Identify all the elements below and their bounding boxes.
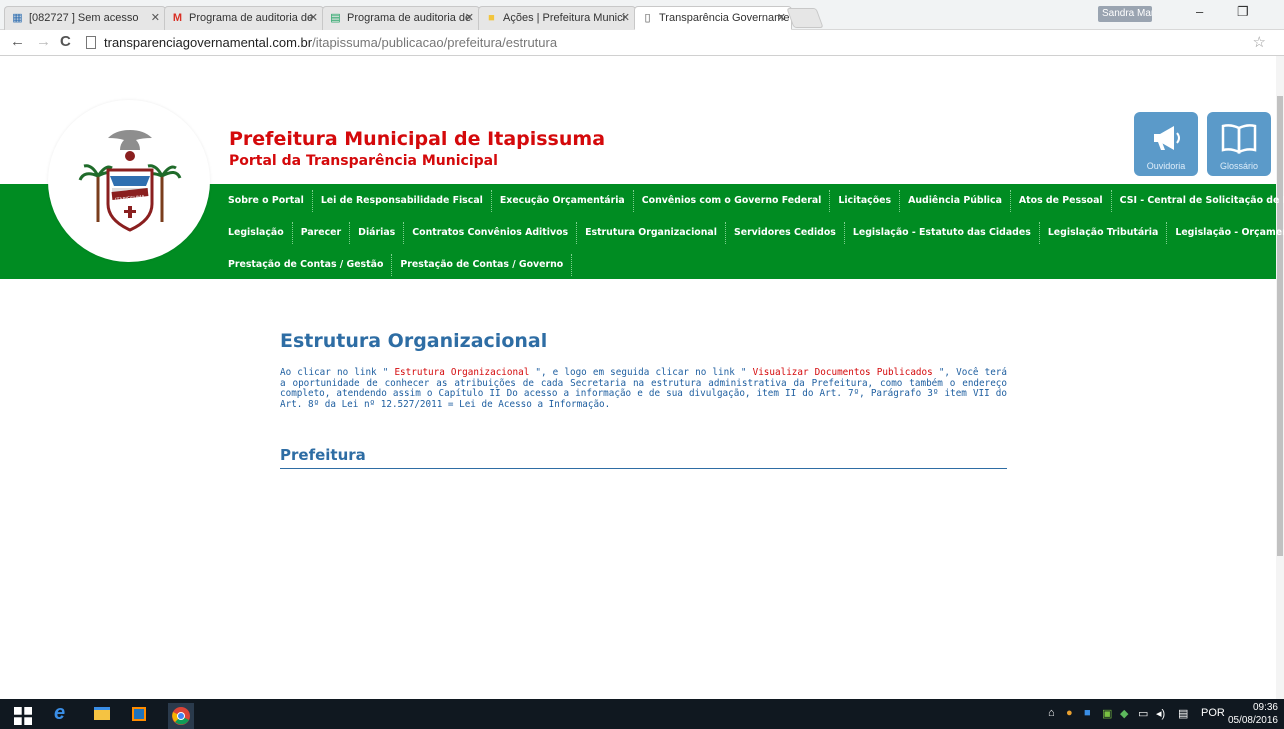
network-icon[interactable]: ▭ — [1138, 707, 1148, 720]
profile-button[interactable]: Sandra Maria B... — [1098, 6, 1152, 22]
file-explorer-icon[interactable] — [94, 707, 110, 720]
link-visualizar-documentos[interactable]: Visualizar Documentos Publicados — [753, 367, 933, 378]
antivirus-icon[interactable]: ▣ — [1102, 707, 1112, 720]
intro-text: ", e logo em seguida clicar no link " — [529, 367, 753, 378]
menu-item-licitacoes[interactable]: Licitações — [830, 190, 901, 212]
tab-title: Transparência Govername — [659, 12, 790, 24]
menu-item-contratos[interactable]: Contratos Convênios Aditivos — [404, 222, 578, 244]
menu-item-legislacao-orcamento[interactable]: Legislação - Orçamento — [1167, 222, 1284, 244]
glossario-label: Glossário — [1219, 161, 1258, 171]
back-icon[interactable]: ← — [10, 33, 25, 50]
forward-icon[interactable]: → — [36, 33, 51, 50]
menu-row-1: Sobre o Portal Lei de Responsabilidade F… — [220, 186, 1284, 216]
close-icon[interactable]: ✕ — [777, 11, 786, 24]
chrome-taskbar-item[interactable] — [168, 703, 194, 729]
menu-item-legislacao[interactable]: Legislação — [220, 222, 293, 244]
ouvidoria-label: Ouvidoria — [1146, 161, 1186, 171]
menu-item-legislacao-tributaria[interactable]: Legislação Tributária — [1040, 222, 1168, 244]
section-prefeitura[interactable]: Prefeitura — [280, 446, 1007, 469]
page-title: Estrutura Organizacional — [280, 330, 548, 352]
volume-icon[interactable]: ◂) — [1156, 707, 1165, 720]
page-icon: ▯ — [644, 12, 651, 24]
tab-title: [082727 ] Sem acesso — [29, 12, 139, 24]
intro-paragraph: Ao clicar no link " Estrutura Organizaci… — [280, 367, 1007, 410]
browser-tab-bar: ▦ [082727 ] Sem acesso ✕ M Programa de a… — [0, 0, 1284, 30]
open-book-icon — [1221, 124, 1257, 155]
glossario-button[interactable]: Glossário — [1207, 112, 1271, 176]
media-app-icon[interactable] — [132, 707, 146, 721]
windows-start-icon[interactable] — [14, 707, 32, 725]
tab-title: Programa de auditoria de — [347, 12, 472, 24]
menu-item-audiencia-publica[interactable]: Audiência Pública — [900, 190, 1011, 212]
gmail-icon: M — [172, 12, 183, 24]
sheets-icon: ▤ — [330, 12, 341, 24]
usb-icon[interactable]: ⌂ — [1048, 707, 1055, 719]
menu-item-csi[interactable]: CSI - Central de Solicitação de Informaç… — [1112, 190, 1284, 212]
internet-explorer-icon[interactable]: e — [54, 702, 72, 724]
menu-item-contas-governo[interactable]: Prestação de Contas / Governo — [392, 254, 573, 276]
tab-title: Ações | Prefeitura Munici — [503, 12, 626, 24]
system-clock[interactable]: 09:36 05/08/2016 — [1228, 701, 1278, 727]
chrome-icon — [172, 707, 190, 725]
link-estrutura-organizacional[interactable]: Estrutura Organizacional — [394, 367, 529, 378]
browser-tab[interactable]: ■ Ações | Prefeitura Munici ✕ — [478, 6, 636, 30]
minimize-icon[interactable]: – — [1196, 4, 1203, 19]
site-title: Prefeitura Municipal de Itapissuma — [229, 128, 606, 150]
folder-icon: ■ — [488, 12, 495, 24]
close-icon[interactable]: ✕ — [309, 11, 318, 24]
close-icon[interactable]: ✕ — [465, 11, 474, 24]
menu-item-estrutura-organizacional[interactable]: Estrutura Organizacional — [577, 222, 726, 244]
site-subtitle: Portal da Transparência Municipal — [229, 153, 498, 169]
tab-title: Programa de auditoria de — [189, 12, 314, 24]
network-app-icon[interactable]: ■ — [1084, 707, 1091, 719]
menu-item-servidores-cedidos[interactable]: Servidores Cedidos — [726, 222, 845, 244]
language-indicator[interactable]: POR — [1201, 707, 1225, 719]
address-bar: ← → C transparenciagovernamental.com.br/… — [0, 30, 1284, 56]
menu-item-diarias[interactable]: Diárias — [350, 222, 405, 244]
url-path: /itapissuma/publicacao/prefeitura/estrut… — [312, 35, 558, 50]
scrollbar-thumb[interactable] — [1277, 96, 1283, 556]
reload-icon[interactable]: C — [60, 33, 71, 50]
action-center-icon[interactable]: ▤ — [1178, 707, 1188, 720]
grid-icon: ▦ — [12, 12, 23, 24]
clock-date: 05/08/2016 — [1227, 715, 1278, 726]
menu-item-parecer[interactable]: Parecer — [293, 222, 351, 244]
new-tab-button[interactable] — [786, 8, 824, 28]
page-scrollbar[interactable] — [1276, 56, 1284, 699]
browser-tab[interactable]: ▤ Programa de auditoria de ✕ — [322, 6, 480, 30]
restore-icon[interactable]: ❐ — [1237, 4, 1249, 20]
main-content: Estrutura Organizacional Ao clicar no li… — [280, 330, 1007, 469]
megaphone-icon — [1154, 126, 1180, 150]
clock-time: 09:36 — [1252, 702, 1278, 713]
crest-emblem: ITAPISSUMA — [78, 130, 182, 232]
menu-item-atos-de-pessoal[interactable]: Atos de Pessoal — [1011, 190, 1112, 212]
intro-text: Ao clicar no link " — [280, 367, 395, 378]
menu-item-execucao-orcamentaria[interactable]: Execução Orçamentária — [492, 190, 634, 212]
menu-item-estatuto-das-cidades[interactable]: Legislação - Estatuto das Cidades — [845, 222, 1040, 244]
close-icon[interactable]: ✕ — [151, 11, 160, 24]
app-tray-icon[interactable]: ● — [1066, 707, 1073, 719]
menu-item-sobre-o-portal[interactable]: Sobre o Portal — [220, 190, 313, 212]
url-host: transparenciagovernamental.com.br — [104, 35, 313, 50]
menu-item-convenios[interactable]: Convênios com o Governo Federal — [634, 190, 831, 212]
menu-row-2: Legislação Parecer Diárias Contratos Con… — [220, 218, 1284, 248]
ouvidoria-button[interactable]: Ouvidoria — [1134, 112, 1198, 176]
shield-icon[interactable]: ◆ — [1120, 707, 1128, 720]
url-input[interactable]: transparenciagovernamental.com.br/itapis… — [84, 33, 1254, 53]
menu-row-3: Prestação de Contas / Gestão Prestação d… — [220, 250, 573, 280]
menu-item-lrf[interactable]: Lei de Responsabilidade Fiscal — [313, 190, 492, 212]
page-icon — [86, 36, 96, 49]
browser-tab-active[interactable]: ▯ Transparência Govername ✕ — [634, 6, 792, 30]
browser-tab[interactable]: ▦ [082727 ] Sem acesso ✕ — [4, 6, 166, 30]
browser-tab[interactable]: M Programa de auditoria de ✕ — [164, 6, 324, 30]
municipal-crest-logo[interactable]: ITAPISSUMA — [48, 100, 210, 262]
windows-taskbar: e ⌂ ● ■ ▣ ◆ ▭ ◂) ▤ POR 09:36 05/08/2016 — [0, 699, 1284, 729]
close-icon[interactable]: ✕ — [621, 11, 630, 24]
menu-item-contas-gestao[interactable]: Prestação de Contas / Gestão — [220, 254, 393, 276]
bookmark-star-icon[interactable]: ☆ — [1253, 33, 1266, 51]
